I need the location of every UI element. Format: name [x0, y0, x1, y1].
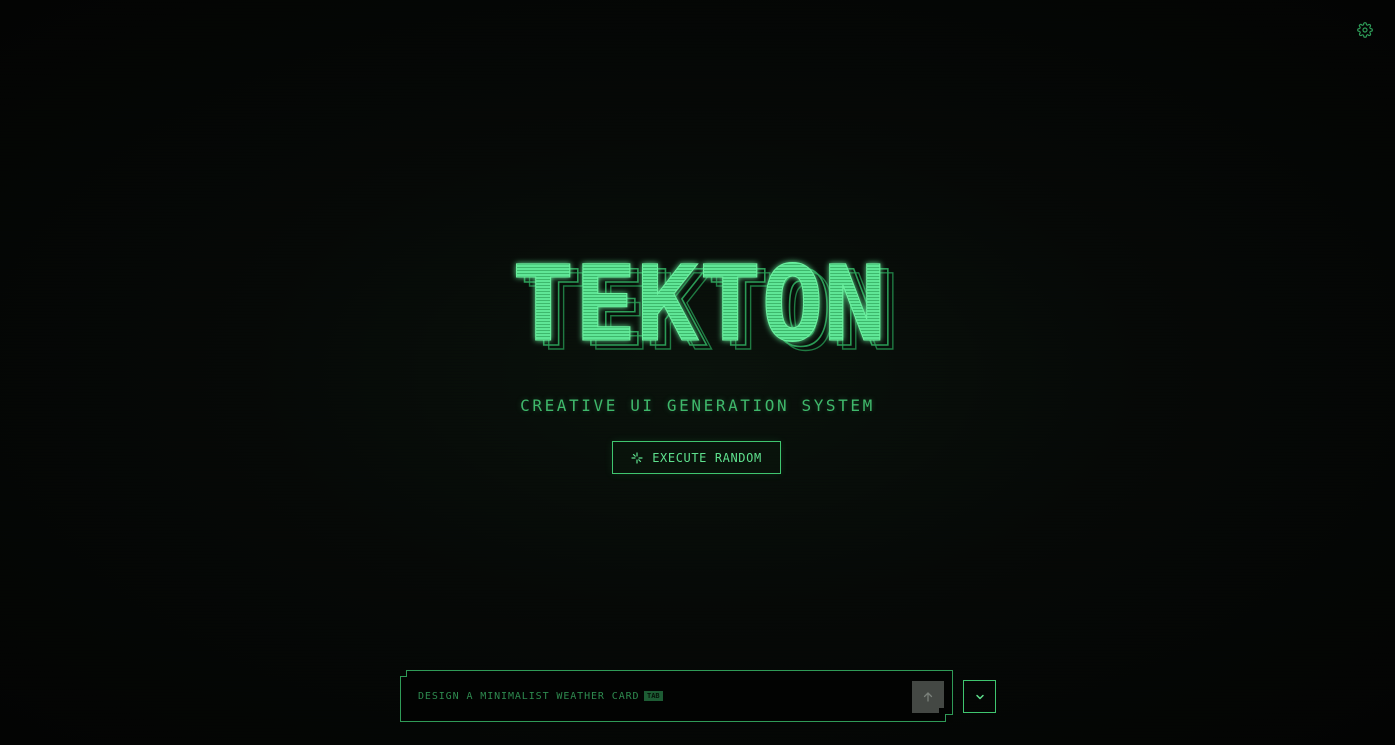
logo: TEKTON TEKTON TEKTON: [497, 243, 900, 375]
sparkle-icon: [631, 451, 643, 464]
prompt-box: TAB: [400, 670, 953, 722]
arrow-up-icon: [923, 692, 933, 702]
prompt-input[interactable]: [418, 689, 638, 703]
tab-hint-badge: TAB: [644, 691, 663, 701]
dropdown-button[interactable]: [963, 680, 996, 713]
gear-icon: [1357, 22, 1373, 38]
execute-random-label: EXECUTE RANDOM: [652, 450, 762, 465]
send-button[interactable]: [912, 681, 944, 713]
chevron-down-icon: [975, 694, 984, 699]
execute-random-button[interactable]: EXECUTE RANDOM: [612, 441, 781, 474]
subtitle: CREATIVE UI GENERATION SYSTEM: [520, 396, 875, 415]
settings-button[interactable]: [1357, 22, 1373, 38]
logo-text: TEKTON: [512, 243, 886, 365]
